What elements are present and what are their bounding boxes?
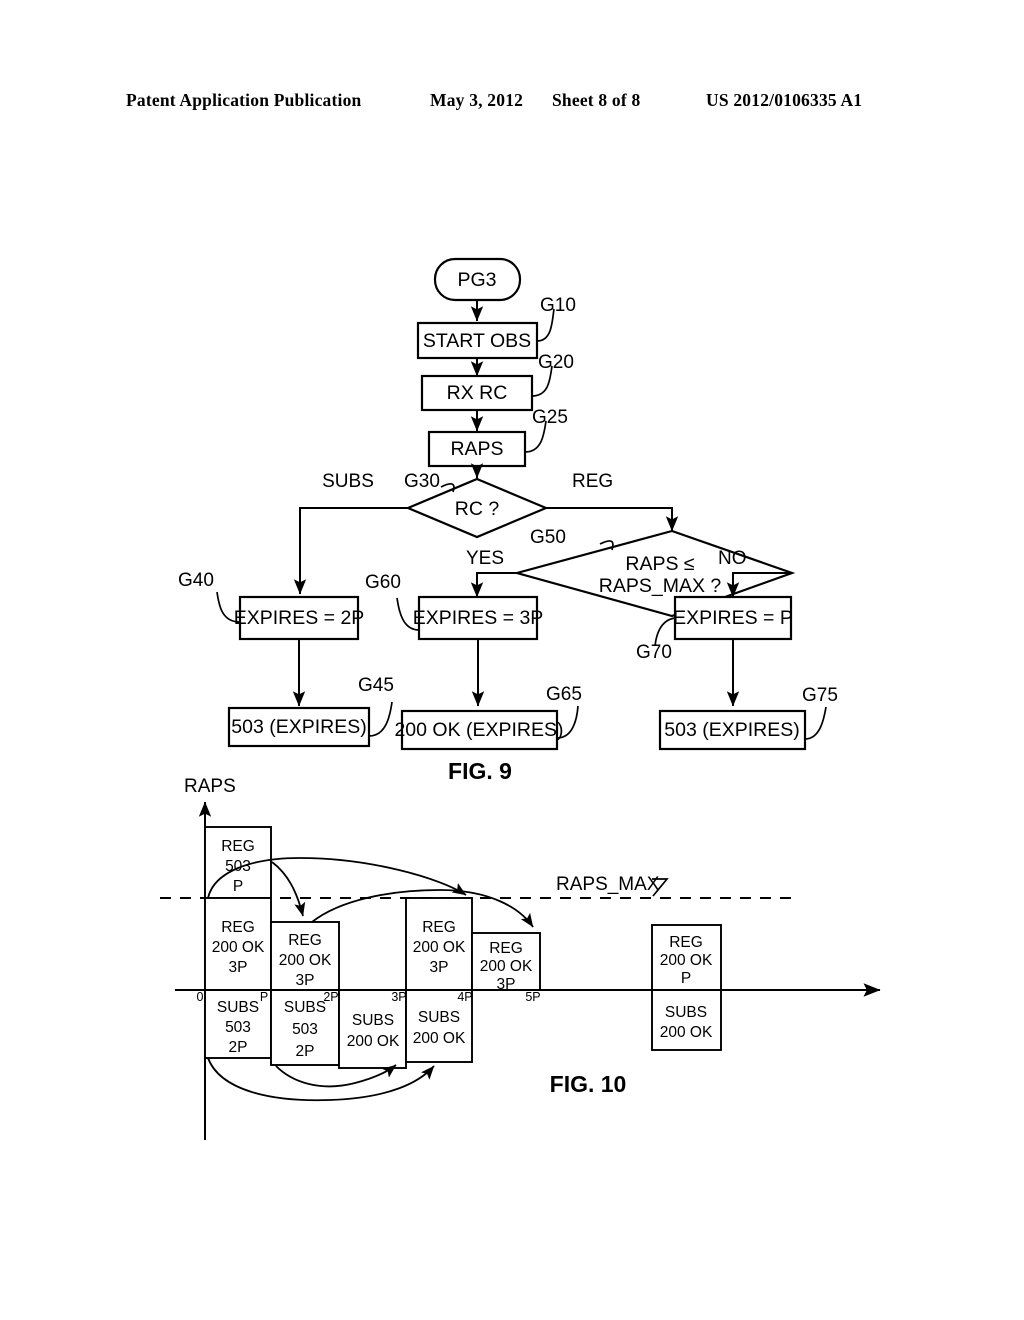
fig10-b1-at-l1: REG [221, 838, 255, 855]
ref-g75: G75 [802, 685, 838, 706]
fig10-b1-bl-l1: SUBS [217, 999, 259, 1016]
ref-g30: G30 [404, 471, 440, 492]
ref-g45: G45 [358, 675, 394, 696]
node-response-503-left-label: 503 (EXPIRES) [231, 716, 366, 738]
ref-g70: G70 [636, 642, 672, 663]
fig10-b5-ab-l2: 200 OK [480, 958, 533, 975]
node-start-obs-label: START OBS [423, 330, 531, 352]
node-rx-rc-label: RX RC [447, 382, 508, 404]
ref-g50: G50 [530, 527, 566, 548]
fig10-b6-ab-l3: P [681, 970, 691, 987]
fig10-xtick-p: P [260, 990, 268, 1004]
fig10-b2-ab-l3: 3P [296, 972, 315, 989]
fig10-b3-bl-l2: 200 OK [347, 1033, 400, 1050]
fig10-b1-bl-l3: 2P [229, 1039, 248, 1056]
fig10-xtick-4p: 4P [457, 990, 472, 1004]
leader-g75 [804, 706, 827, 740]
node-expires-2p-label: EXPIRES = 2P [234, 607, 365, 629]
fig10-arc-b1-to-b2 [271, 861, 306, 917]
fig10-b4-bl-l2: 200 OK [413, 1030, 466, 1047]
fig10-b5-ab-l1: REG [489, 940, 523, 957]
fig10-b1-bl-l2: 503 [225, 1019, 251, 1036]
ref-g60: G60 [365, 572, 401, 593]
fig10-b2-ab-l1: REG [288, 932, 322, 949]
ref-g65: G65 [546, 684, 582, 705]
figure-10-caption: FIG. 10 [550, 1071, 627, 1097]
node-raps-label: RAPS [450, 438, 503, 460]
fig10-xtick-3p: 3P [391, 990, 406, 1004]
fig10-b6-ab-l2: 200 OK [660, 952, 713, 969]
fig10-y-axis-label: RAPS [184, 776, 236, 797]
node-decision-rc-label: RC ? [455, 498, 500, 520]
ref-g20: G20 [538, 352, 574, 373]
fig10-xtick-0: 0 [197, 990, 204, 1004]
node-response-503-right-label: 503 (EXPIRES) [664, 719, 799, 741]
fig10-b4-ab-l3: 3P [430, 959, 449, 976]
patent-drawing-page: Patent Application Publication May 3, 20… [0, 0, 1024, 1320]
edge-label-subs: SUBS [322, 471, 374, 492]
figure-9-caption: FIG. 9 [448, 758, 512, 784]
fig10-b1-ab-l2: 200 OK [212, 939, 265, 956]
figure-10: RAPS RAPS_MAX REG 503 P REG 200 OK 3P SU… [160, 776, 881, 1140]
ref-g40: G40 [178, 570, 214, 591]
leader-g45 [368, 701, 393, 737]
drawing-canvas: PG3 START OBS G10 RX RC G20 RAPS G25 RC … [160, 257, 881, 1140]
node-start-label: PG3 [457, 269, 496, 291]
node-expires-p-label: EXPIRES = P [673, 607, 793, 629]
node-decision-raps-max-line2: RAPS_MAX ? [599, 575, 722, 597]
edge-yes-branch [470, 572, 517, 598]
edge-label-yes: YES [466, 548, 504, 569]
fig10-b1-ab-l3: 3P [229, 959, 248, 976]
edge-label-reg: REG [572, 471, 613, 492]
fig10-b3-bl-l1: SUBS [352, 1012, 394, 1029]
fig10-threshold-label: RAPS_MAX [556, 874, 660, 895]
node-decision-raps-max-line1: RAPS ≤ [625, 553, 695, 575]
ref-g10: G10 [540, 295, 576, 316]
fig10-b6-bl-l1: SUBS [665, 1004, 707, 1021]
fig10-b2-ab-l2: 200 OK [279, 952, 332, 969]
figure-9: PG3 START OBS G10 RX RC G20 RAPS G25 RC … [178, 257, 838, 784]
fig10-b6-ab-l1: REG [669, 934, 703, 951]
fig10-b1-at-l3: P [233, 878, 243, 895]
fig10-b4-bl-l1: SUBS [418, 1009, 460, 1026]
ref-g25: G25 [532, 407, 568, 428]
fig10-b4-ab-l2: 200 OK [413, 939, 466, 956]
node-expires-3p-label: EXPIRES = 3P [413, 607, 544, 629]
node-response-200ok-label: 200 OK (EXPIRES) [394, 719, 563, 741]
fig10-xtick-2p: 2P [323, 990, 338, 1004]
fig10-b2-bl-l2: 503 [292, 1021, 318, 1038]
fig10-b4-ab-l1: REG [422, 919, 456, 936]
edge-label-no: NO [718, 548, 747, 569]
fig10-b1-ab-l1: REG [221, 919, 255, 936]
fig10-xtick-5p: 5P [525, 990, 540, 1004]
fig10-b2-bl-l3: 2P [296, 1043, 315, 1060]
fig10-b2-bl-l1: SUBS [284, 999, 326, 1016]
fig10-b6-bl-l2: 200 OK [660, 1024, 713, 1041]
